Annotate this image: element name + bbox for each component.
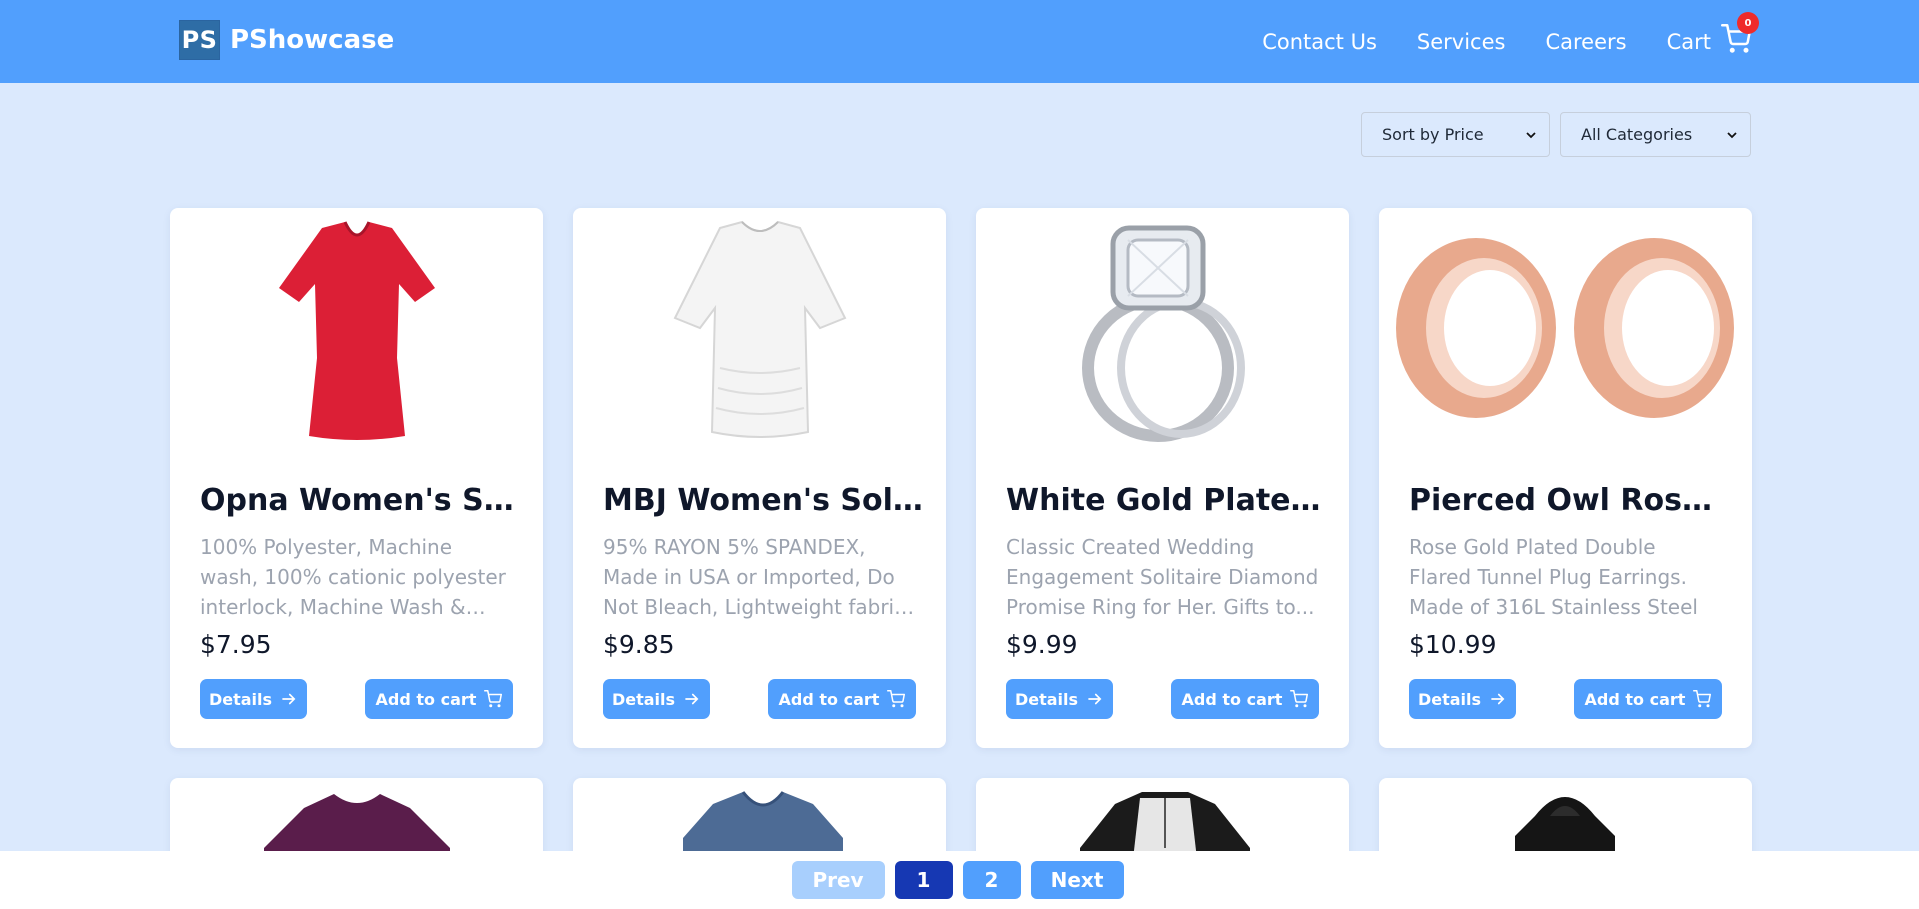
add-to-cart-button[interactable]: Add to cart — [1171, 679, 1319, 719]
details-button[interactable]: Details — [200, 679, 307, 719]
product-description: 100% Polyester, Machine wash, 100% catio… — [200, 535, 506, 619]
details-label: Details — [611, 689, 676, 709]
cart-icon — [887, 690, 906, 708]
details-label: Details — [1417, 689, 1482, 709]
product-image-white-top[interactable] — [573, 214, 946, 446]
next-page-button[interactable]: Next — [1030, 861, 1124, 899]
add-to-cart-label: Add to cart — [375, 689, 477, 709]
filters: Sort by Price All Categories — [1361, 112, 1751, 157]
category-select[interactable]: All Categories — [1560, 112, 1751, 157]
brand-name: PShowcase — [230, 25, 395, 55]
cart-icon — [1693, 690, 1712, 708]
pagination-bar: Prev 1 2 Next — [0, 851, 1919, 909]
add-to-cart-button[interactable]: Add to cart — [365, 679, 513, 719]
product-title[interactable]: White Gold Plated... — [1006, 483, 1326, 518]
product-description: Rose Gold Plated Double Flared Tunnel Pl… — [1409, 535, 1698, 619]
product-image-red-tshirt[interactable] — [170, 214, 543, 446]
cart-label: Cart — [1666, 29, 1711, 54]
nav-links: Contact Us Services Careers Cart 0 — [1262, 0, 1759, 83]
details-button[interactable]: Details — [603, 679, 710, 719]
product-title[interactable]: Opna Women's Sho... — [200, 483, 520, 518]
arrow-right-icon — [685, 693, 699, 705]
add-to-cart-button[interactable]: Add to cart — [768, 679, 916, 719]
add-to-cart-button[interactable]: Add to cart — [1574, 679, 1722, 719]
brand[interactable]: PS PShowcase — [179, 20, 394, 60]
nav-link-services[interactable]: Services — [1417, 30, 1506, 54]
details-label: Details — [1014, 689, 1079, 709]
product-card: MBJ Women's Solid... 95% RAYON 5% SPANDE… — [573, 208, 946, 748]
nav-link-contact-us[interactable]: Contact Us — [1262, 30, 1377, 54]
product-image-rose-gold-plugs[interactable] — [1379, 214, 1752, 446]
sort-select-value: Sort by Price — [1382, 125, 1484, 144]
product-price: $9.85 — [603, 630, 675, 659]
sort-select[interactable]: Sort by Price — [1361, 112, 1550, 157]
category-select-value: All Categories — [1581, 125, 1693, 144]
cart-icon — [484, 690, 503, 708]
product-card: Pierced Owl Rose... Rose Gold Plated Dou… — [1379, 208, 1752, 748]
add-to-cart-label: Add to cart — [778, 689, 880, 709]
chevron-down-icon — [1727, 131, 1737, 138]
details-button[interactable]: Details — [1409, 679, 1516, 719]
navbar: PS PShowcase Contact Us Services Careers… — [0, 0, 1919, 83]
cart-icon — [1290, 690, 1309, 708]
brand-logo: PS — [179, 20, 220, 60]
prev-page-button[interactable]: Prev — [791, 861, 885, 899]
product-price: $9.99 — [1006, 630, 1078, 659]
add-to-cart-label: Add to cart — [1181, 689, 1283, 709]
add-to-cart-label: Add to cart — [1584, 689, 1686, 709]
arrow-right-icon — [282, 693, 296, 705]
product-description: Classic Created Wedding Engagement Solit… — [1006, 535, 1319, 619]
details-button[interactable]: Details — [1006, 679, 1113, 719]
arrow-right-icon — [1088, 693, 1102, 705]
cart-count-badge: 0 — [1737, 12, 1759, 34]
product-title[interactable]: Pierced Owl Rose... — [1409, 483, 1729, 518]
page-button-2[interactable]: 2 — [962, 861, 1021, 899]
product-image-diamond-ring[interactable] — [976, 214, 1349, 446]
cart-link[interactable]: Cart 0 — [1666, 12, 1759, 59]
product-card: Opna Women's Sho... 100% Polyester, Mach… — [170, 208, 543, 748]
product-price: $10.99 — [1409, 630, 1497, 659]
page-button-1[interactable]: 1 — [894, 861, 953, 899]
product-card: White Gold Plated... Classic Created Wed… — [976, 208, 1349, 748]
product-title[interactable]: MBJ Women's Solid... — [603, 483, 923, 518]
chevron-down-icon — [1526, 131, 1536, 138]
details-label: Details — [208, 689, 273, 709]
arrow-right-icon — [1491, 693, 1505, 705]
nav-link-careers[interactable]: Careers — [1545, 30, 1626, 54]
product-description: 95% RAYON 5% SPANDEX, Made in USA or Imp… — [603, 535, 906, 619]
product-price: $7.95 — [200, 630, 272, 659]
